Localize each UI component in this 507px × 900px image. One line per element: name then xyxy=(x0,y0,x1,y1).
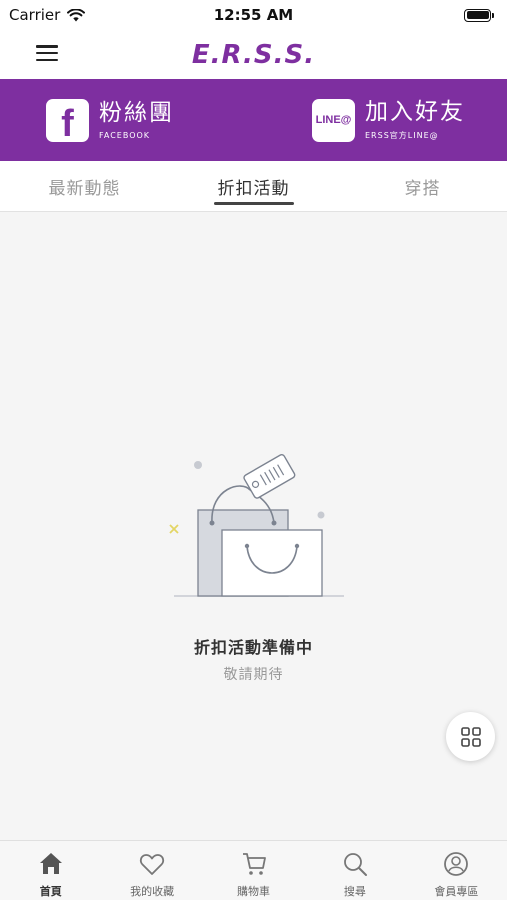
content-tabs: 最新動態 折扣活動 穿搭 xyxy=(0,161,507,212)
battery-icon xyxy=(464,8,494,22)
nav-search-label: 搜尋 xyxy=(343,885,366,898)
nav-cart-label: 購物車 xyxy=(237,885,271,898)
status-bar: Carrier 12:55 AM xyxy=(0,0,507,30)
search-icon xyxy=(344,853,367,876)
wifi-icon xyxy=(67,8,86,21)
user-icon xyxy=(444,852,469,876)
cart-icon xyxy=(242,853,266,875)
grid-view-button[interactable] xyxy=(446,712,495,761)
carrier-label: Carrier xyxy=(9,6,61,24)
home-icon xyxy=(39,853,62,874)
tab-discount-events[interactable]: 折扣活動 xyxy=(169,161,338,211)
facebook-fanpage-button[interactable]: f 粉絲團 FACEBOOK xyxy=(46,98,174,143)
nav-favorites[interactable]: 我的收藏 xyxy=(101,841,202,900)
line-subtitle: ERSS官方LINE@ xyxy=(365,131,439,140)
heart-icon xyxy=(140,854,165,875)
nav-cart[interactable]: 購物車 xyxy=(203,841,304,900)
empty-state: 折扣活動準備中 敬請期待 xyxy=(0,440,507,684)
nav-home-label: 首頁 xyxy=(39,885,62,898)
social-banner: f 粉絲團 FACEBOOK LINE@ 加入好友 ERSS官方LINE@ xyxy=(0,79,507,161)
nav-member-label: 會員專區 xyxy=(434,885,479,898)
grid-icon xyxy=(460,726,481,747)
menu-icon[interactable] xyxy=(36,43,58,63)
app-screen: Carrier 12:55 AM E.R.S.S. f 粉絲團 FACEBOOK xyxy=(0,0,507,900)
brand-logo[interactable]: E.R.S.S. xyxy=(192,40,315,70)
empty-state-subtitle: 敬請期待 xyxy=(223,667,284,683)
empty-state-title: 折扣活動準備中 xyxy=(193,638,313,657)
bottom-nav: 首頁 我的收藏 購物車 搜尋 會員專區 xyxy=(0,840,507,900)
tab-latest-news[interactable]: 最新動態 xyxy=(0,161,169,211)
nav-home[interactable]: 首頁 xyxy=(0,841,101,900)
shopping-bag-illustration xyxy=(168,454,344,597)
tab-outfits[interactable]: 穿搭 xyxy=(338,161,507,211)
facebook-subtitle: FACEBOOK xyxy=(99,131,151,140)
nav-favorites-label: 我的收藏 xyxy=(130,885,175,898)
nav-search[interactable]: 搜尋 xyxy=(304,841,405,900)
nav-member[interactable]: 會員專區 xyxy=(406,841,507,900)
line-icon: LINE@ xyxy=(312,98,355,142)
line-title: 加入好友 xyxy=(365,99,465,125)
app-header: E.R.S.S. xyxy=(0,30,507,79)
facebook-icon: f xyxy=(46,98,89,143)
line-add-friend-button[interactable]: LINE@ 加入好友 ERSS官方LINE@ xyxy=(312,98,465,142)
facebook-title: 粉絲團 xyxy=(99,100,174,126)
